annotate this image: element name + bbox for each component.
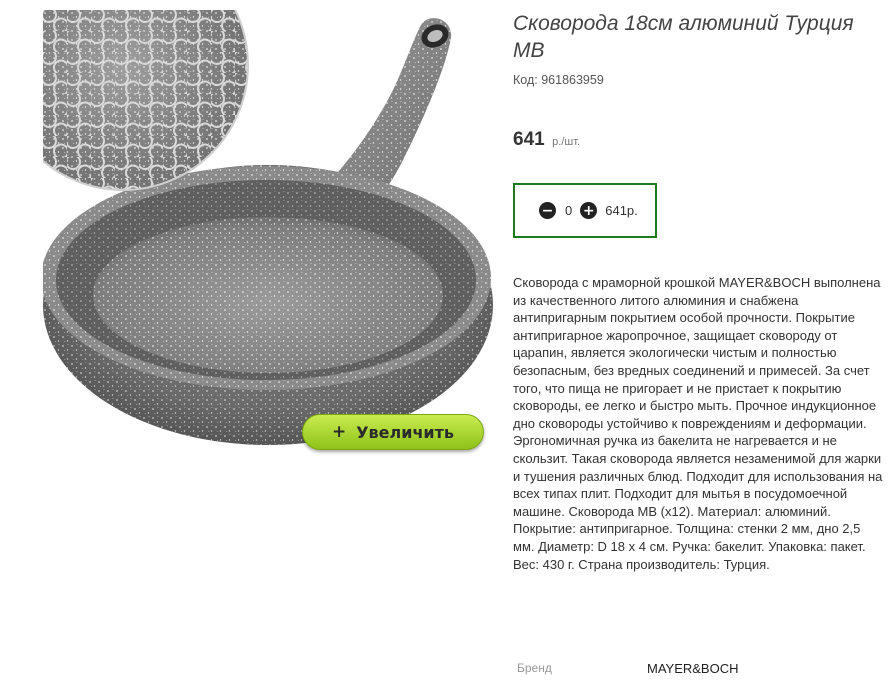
zoom-button-label: Увеличить — [356, 422, 455, 442]
product-code-label: Код: — [513, 73, 538, 87]
plus-icon: + — [331, 422, 347, 442]
price-unit: р./шт. — [552, 136, 581, 148]
quantity-total: 641р. — [605, 203, 638, 218]
product-price: 641 р./шт. — [513, 129, 580, 151]
product-code-value: 961863959 — [541, 73, 604, 87]
zoom-button[interactable]: + Увеличить — [302, 414, 484, 450]
minus-circle-icon[interactable]: − — [539, 202, 556, 219]
quantity-value[interactable]: 0 — [565, 203, 572, 218]
product-title: Сковорода 18см алюминий Турция MB — [513, 12, 854, 62]
quantity-selector: − 0 + 641р. — [513, 183, 657, 238]
product-code: Код: 961863959 — [513, 73, 604, 87]
product-description: Сковорода с мраморной крошкой MAYER&BOCH… — [513, 275, 883, 572]
price-value: 641 — [513, 129, 545, 150]
brand-value: MAYER&BOCH — [647, 661, 739, 676]
brand-label: Бренд — [517, 661, 552, 675]
plus-circle-icon[interactable]: + — [580, 202, 598, 219]
product-image[interactable]: + Увеличить — [43, 10, 495, 460]
frying-pan-illustration — [43, 10, 493, 445]
